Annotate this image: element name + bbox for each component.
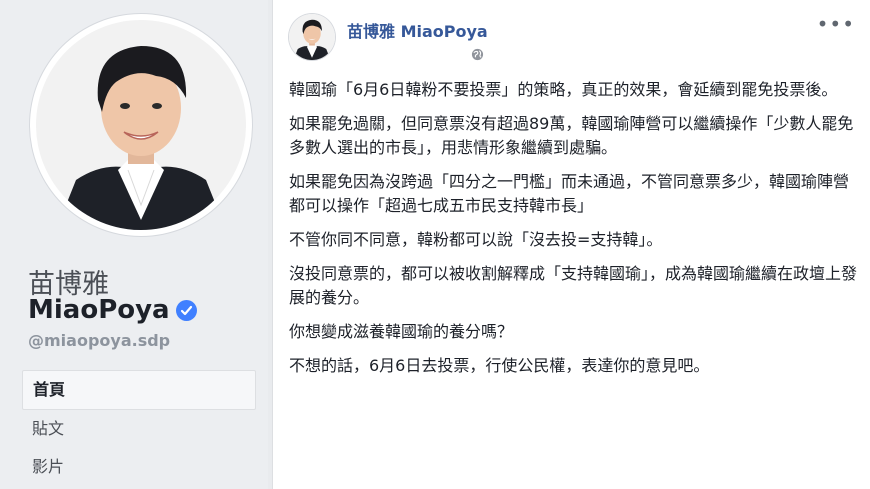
profile-picture[interactable]	[30, 14, 252, 236]
post-privacy[interactable]	[471, 46, 484, 65]
post-paragraph: 韓國瑜「6月6日韓粉不要投票」的策略，真正的效果，會延續到罷免投票後。	[289, 80, 838, 99]
post-paragraph: 如果罷免因為沒跨過「四分之一門檻」而未通過，不管同意票多少，韓國瑜陣營都可以操作…	[289, 172, 850, 215]
more-options-icon[interactable]: •••	[817, 14, 855, 34]
post-card: 苗博雅 MiaoPoya ••• 韓國瑜「6月6日韓粉不要投票」的策略，真正的效…	[272, 0, 870, 489]
post-paragraph: 不管你同不同意，韓粉都可以說「沒去投=支持韓」。	[289, 230, 663, 249]
post-paragraph: 你想變成滋養韓國瑜的養分嗎？	[289, 322, 514, 341]
post-paragraph: 如果罷免過關，但同意票沒有超過89萬，韓國瑜陣營可以繼續操作「少數人罷免多數人選…	[289, 114, 854, 157]
post-paragraph: 沒投同意票的，都可以被收割解釋成「支持韓國瑜」，成為韓國瑜繼續在政壇上發展的養分…	[289, 264, 858, 307]
globe-icon	[471, 46, 484, 65]
nav-item-home[interactable]: 首頁	[22, 370, 256, 410]
verified-badge-icon	[175, 299, 197, 321]
post-text: 韓國瑜「6月6日韓粉不要投票」的策略，真正的效果，會延續到罷免投票後。 如果罷免…	[289, 78, 861, 388]
profile-nav: 首頁 貼文 影片	[22, 370, 256, 486]
post-author-name[interactable]: 苗博雅 MiaoPoya	[347, 18, 488, 42]
profile-handle[interactable]: @miaopoya.sdp	[28, 331, 170, 350]
post-paragraph: 不想的話，6月6日去投票，行使公民權，表達你的意見吧。	[289, 356, 710, 375]
post-author-avatar[interactable]	[289, 14, 335, 60]
nav-item-videos[interactable]: 影片	[22, 448, 256, 486]
profile-photo	[36, 20, 246, 230]
nav-item-posts[interactable]: 貼文	[22, 410, 256, 448]
profile-name-row: MiaoPoya	[28, 295, 197, 325]
profile-name-en[interactable]: MiaoPoya	[28, 295, 170, 325]
profile-sidebar: 苗博雅 MiaoPoya @miaopoya.sdp 首頁 貼文 影片	[0, 0, 268, 489]
